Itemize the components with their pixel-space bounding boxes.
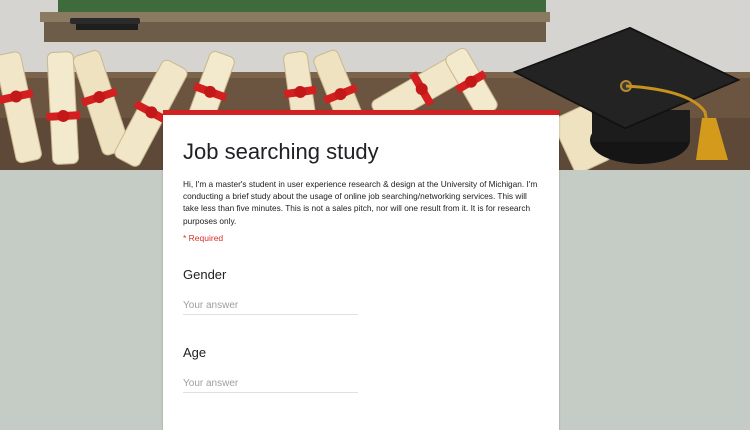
form-card: Job searching study Hi, I'm a master's s… [163,110,559,430]
form-title: Job searching study [183,139,379,164]
question-label-gender: Gender [183,267,227,282]
gender-answer-input[interactable] [183,296,358,315]
required-note: * Required [183,233,224,243]
age-answer-input[interactable] [183,374,358,393]
form-description: Hi, I'm a master's student in user exper… [183,179,538,226]
chalkboard-icon [40,0,550,42]
question-label-age: Age [183,345,207,360]
